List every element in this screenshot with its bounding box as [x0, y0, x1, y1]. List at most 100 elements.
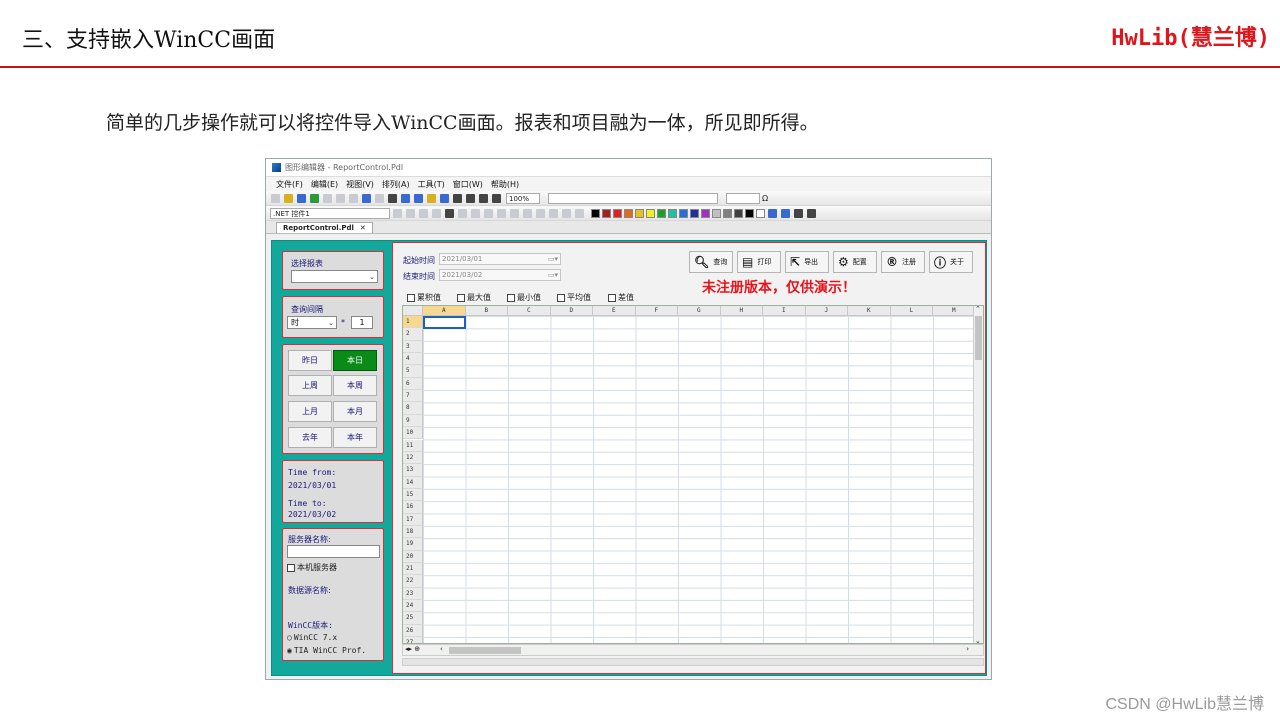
front-icon[interactable]: [549, 208, 558, 218]
color-swatch-gray[interactable]: [723, 208, 732, 218]
menu-tools[interactable]: 工具(T): [418, 179, 445, 190]
cut-icon[interactable]: [323, 193, 332, 203]
align-center-icon[interactable]: [406, 208, 415, 218]
color-swatch-green[interactable]: [657, 208, 666, 218]
scroll-up-icon[interactable]: ⌃: [975, 306, 981, 313]
color-swatch-navy[interactable]: [690, 208, 699, 218]
column-header[interactable]: B: [465, 306, 508, 316]
row-header[interactable]: 20: [403, 550, 423, 563]
row-header[interactable]: 8: [403, 402, 423, 415]
redo-icon[interactable]: [375, 193, 384, 203]
color-swatch-silver[interactable]: [712, 208, 721, 218]
avg-checkbox[interactable]: 平均值: [557, 292, 591, 303]
row-header[interactable]: 26: [403, 624, 423, 638]
today-button[interactable]: 本日: [333, 350, 377, 371]
local-server-checkbox[interactable]: 本机服务器: [287, 562, 337, 573]
same-width-icon[interactable]: [497, 208, 506, 218]
column-header[interactable]: J: [805, 306, 848, 316]
same-height-icon[interactable]: [510, 208, 519, 218]
sheet-nav-icon[interactable]: ◂▸ ⊕: [405, 645, 420, 653]
menu-window[interactable]: 窗口(W): [453, 179, 483, 190]
row-header[interactable]: 13: [403, 464, 423, 477]
row-header[interactable]: 23: [403, 587, 423, 601]
last-year-button[interactable]: 去年: [288, 427, 332, 448]
copy-icon[interactable]: [336, 193, 345, 203]
row-header[interactable]: 25: [403, 612, 423, 625]
menu-edit[interactable]: 编辑(E): [311, 179, 338, 190]
line-color-icon[interactable]: [781, 208, 790, 218]
config-button[interactable]: ⚙ 配置: [833, 251, 877, 273]
color-swatch-black[interactable]: [591, 208, 600, 218]
snap-icon[interactable]: [414, 193, 423, 203]
color-swatch-white[interactable]: [756, 208, 765, 218]
cumulative-checkbox[interactable]: 累积值: [407, 292, 441, 303]
align-top-icon[interactable]: [432, 208, 441, 218]
help-pointer-icon[interactable]: [453, 193, 462, 203]
column-header[interactable]: F: [635, 306, 678, 316]
color-swatch-orange[interactable]: [624, 208, 633, 218]
row-header[interactable]: 11: [403, 439, 423, 452]
print-button[interactable]: ▤ 打印: [737, 251, 781, 273]
about-button[interactable]: ⓘ 关于: [929, 251, 973, 273]
diff-checkbox[interactable]: 差值: [608, 292, 634, 303]
interval-value-input[interactable]: 1: [351, 316, 373, 329]
horizontal-scroll-thumb[interactable]: [449, 647, 521, 654]
menu-view[interactable]: 视图(V): [346, 179, 374, 190]
color-swatch-black-2[interactable]: [745, 208, 754, 218]
horizontal-scrollbar[interactable]: ◂▸ ⊕ ‹ ›: [402, 644, 984, 656]
rotate-icon[interactable]: [471, 208, 480, 218]
zoom-out-icon[interactable]: [479, 193, 488, 203]
run-icon[interactable]: [310, 193, 319, 203]
fill-color-icon[interactable]: [794, 208, 803, 218]
start-time-picker[interactable]: 2021/03/01 ▭▾: [439, 253, 561, 265]
scroll-right-icon[interactable]: ›: [966, 645, 969, 653]
row-header[interactable]: 3: [403, 340, 423, 354]
group-icon[interactable]: [523, 208, 532, 218]
column-header[interactable]: E: [593, 306, 636, 316]
zoom-select[interactable]: 100%: [506, 192, 540, 204]
new-icon[interactable]: [271, 193, 280, 203]
layer-icon[interactable]: [427, 193, 436, 203]
min-checkbox[interactable]: 最小值: [507, 292, 541, 303]
row-header[interactable]: 14: [403, 476, 423, 489]
last-week-button[interactable]: 上周: [288, 375, 332, 396]
open-icon[interactable]: [284, 193, 293, 203]
selected-cell[interactable]: [423, 316, 466, 329]
palette-icon[interactable]: [768, 208, 777, 218]
server-name-input[interactable]: [287, 545, 380, 558]
this-week-button[interactable]: 本周: [333, 375, 377, 396]
font-select[interactable]: [548, 192, 718, 204]
row-header[interactable]: 1: [403, 316, 423, 329]
row-header[interactable]: 21: [403, 563, 423, 576]
grid-icon[interactable]: [401, 193, 410, 203]
interval-unit-select[interactable]: 时 ⌄: [287, 316, 337, 329]
this-year-button[interactable]: 本年: [333, 427, 377, 448]
yesterday-button[interactable]: 昨日: [288, 350, 332, 371]
row-header[interactable]: 15: [403, 488, 423, 502]
row-header[interactable]: 17: [403, 513, 423, 526]
color-swatch-blue[interactable]: [679, 208, 688, 218]
grid-cells[interactable]: [423, 316, 976, 643]
grid-corner[interactable]: [403, 306, 423, 316]
row-header[interactable]: 18: [403, 525, 423, 539]
color-swatch-gold[interactable]: [635, 208, 644, 218]
brush-icon[interactable]: [445, 208, 454, 218]
menu-help[interactable]: 帮助(H): [491, 179, 519, 190]
color-swatch-red[interactable]: [613, 208, 622, 218]
font-size-select[interactable]: [726, 192, 760, 204]
row-header[interactable]: 4: [403, 353, 423, 366]
column-header[interactable]: I: [763, 306, 806, 316]
row-header[interactable]: 9: [403, 414, 423, 428]
menu-arrange[interactable]: 排列(A): [382, 179, 410, 190]
zoom-fit-icon[interactable]: [492, 193, 501, 203]
order-icon[interactable]: [575, 208, 584, 218]
row-header[interactable]: 2: [403, 328, 423, 341]
column-header[interactable]: A: [423, 306, 466, 316]
row-header[interactable]: 19: [403, 538, 423, 551]
color-swatch-darkgray[interactable]: [734, 208, 743, 218]
back-icon[interactable]: [562, 208, 571, 218]
row-header[interactable]: 10: [403, 427, 423, 440]
row-header[interactable]: 12: [403, 451, 423, 465]
export-button[interactable]: ⇱ 导出: [785, 251, 829, 273]
report-grid[interactable]: ABCDEFGHIJKLM 1 2 3 4 5 6 7 8 9 10 11 12 13 14 15 16 17 1…: [402, 305, 984, 644]
